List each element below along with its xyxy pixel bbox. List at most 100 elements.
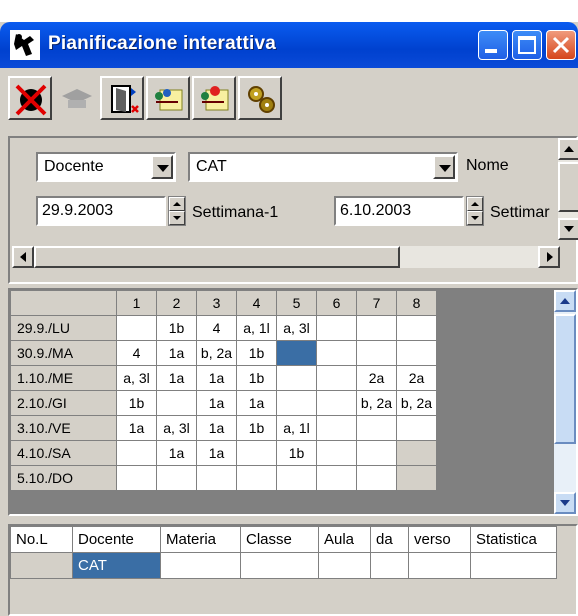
grid-column-header[interactable]: 3: [196, 290, 237, 316]
grid-cell[interactable]: 2a: [396, 365, 437, 391]
grid-cell[interactable]: [236, 465, 277, 491]
grid-cell[interactable]: [196, 465, 237, 491]
map-pin-red-button[interactable]: [192, 76, 236, 120]
type-select[interactable]: Docente: [36, 152, 176, 182]
grid-cell[interactable]: 1a: [196, 365, 237, 391]
lesson-column-header[interactable]: No.L: [10, 526, 73, 553]
scroll-thumb[interactable]: [558, 162, 578, 212]
grid-column-header[interactable]: 5: [276, 290, 317, 316]
chevron-down-icon[interactable]: [151, 155, 173, 179]
grid-cell[interactable]: 1b: [236, 365, 277, 391]
grid-cell[interactable]: [116, 440, 157, 466]
chevron-down-icon[interactable]: [433, 155, 455, 179]
spin-down-icon[interactable]: [169, 211, 185, 225]
exit-button[interactable]: [100, 76, 144, 120]
grid-cell[interactable]: a, 3l: [116, 365, 157, 391]
grid-cell[interactable]: [356, 465, 397, 491]
grid-cell[interactable]: [236, 440, 277, 466]
date-to-stepper[interactable]: [466, 196, 484, 226]
grid-cell[interactable]: [356, 340, 397, 366]
grid-cell[interactable]: a, 3l: [156, 415, 197, 441]
grid-cell[interactable]: [156, 465, 197, 491]
grid-cell[interactable]: [356, 440, 397, 466]
lesson-cell[interactable]: [370, 552, 409, 579]
grid-cell[interactable]: [316, 440, 357, 466]
grid-row-header[interactable]: 1.10./ME: [10, 365, 117, 391]
grid-column-header[interactable]: 6: [316, 290, 357, 316]
lesson-cell[interactable]: CAT: [72, 552, 161, 579]
grid-cell[interactable]: b, 2a: [196, 340, 237, 366]
grid-cell[interactable]: [316, 390, 357, 416]
gears-button[interactable]: [238, 76, 282, 120]
scroll-left-icon[interactable]: [12, 246, 34, 268]
grid-cell[interactable]: [276, 365, 317, 391]
grid-row-header[interactable]: 2.10./GI: [10, 390, 117, 416]
grid-cell[interactable]: 1a: [116, 415, 157, 441]
grid-cell[interactable]: [276, 465, 317, 491]
grid-cell[interactable]: [316, 415, 357, 441]
title-bar[interactable]: Pianificazione interattiva: [0, 22, 578, 68]
grid-row-header[interactable]: 30.9./MA: [10, 340, 117, 366]
grid-cell[interactable]: 1a: [196, 415, 237, 441]
spin-up-icon[interactable]: [169, 197, 185, 211]
scroll-down-icon[interactable]: [558, 218, 578, 240]
grid-vertical-scrollbar[interactable]: [554, 290, 576, 514]
lesson-column-header[interactable]: verso: [408, 526, 471, 553]
grid-cell[interactable]: 1a: [236, 390, 277, 416]
grid-cell[interactable]: [356, 415, 397, 441]
graduation-button[interactable]: [54, 76, 98, 120]
grid-cell[interactable]: [156, 390, 197, 416]
grid-cell[interactable]: [396, 315, 437, 341]
spin-down-icon[interactable]: [467, 211, 483, 225]
lesson-column-header[interactable]: Classe: [240, 526, 319, 553]
scroll-up-icon[interactable]: [554, 290, 576, 312]
grid-column-header[interactable]: 7: [356, 290, 397, 316]
grid-cell[interactable]: [316, 365, 357, 391]
grid-cell[interactable]: 1b: [156, 315, 197, 341]
horizontal-scroll-thumb[interactable]: [34, 246, 400, 268]
filter-horizontal-scrollbar[interactable]: [12, 246, 560, 268]
close-button[interactable]: [546, 30, 576, 60]
lesson-column-header[interactable]: Materia: [160, 526, 241, 553]
grid-column-header[interactable]: 2: [156, 290, 197, 316]
grid-cell[interactable]: 4: [196, 315, 237, 341]
grid-cell[interactable]: a, 3l: [276, 315, 317, 341]
grid-cell[interactable]: 1a: [156, 440, 197, 466]
grid-cell[interactable]: 1a: [196, 390, 237, 416]
grid-cell[interactable]: 1b: [116, 390, 157, 416]
grid-row-header[interactable]: 4.10./SA: [10, 440, 117, 466]
lesson-column-header[interactable]: Statistica: [470, 526, 557, 553]
grid-row-header[interactable]: 3.10./VE: [10, 415, 117, 441]
delete-button[interactable]: [8, 76, 52, 120]
grid-cell[interactable]: 1a: [156, 340, 197, 366]
grid-cell[interactable]: [396, 340, 437, 366]
grid-cell[interactable]: a, 1l: [276, 415, 317, 441]
grid-cell[interactable]: [396, 465, 437, 491]
grid-column-header[interactable]: 8: [396, 290, 437, 316]
grid-cell[interactable]: 1a: [156, 365, 197, 391]
lesson-cell[interactable]: [470, 552, 557, 579]
grid-cell[interactable]: [116, 465, 157, 491]
scroll-down-icon[interactable]: [554, 492, 576, 514]
grid-cell[interactable]: [316, 340, 357, 366]
grid-cell[interactable]: [316, 315, 357, 341]
map-pin-button[interactable]: [146, 76, 190, 120]
lesson-column-header[interactable]: da: [370, 526, 409, 553]
grid-cell[interactable]: 1a: [196, 440, 237, 466]
grid-cell[interactable]: [116, 315, 157, 341]
grid-cell[interactable]: 2a: [356, 365, 397, 391]
grid-scroll-thumb[interactable]: [554, 314, 576, 444]
date-from-field[interactable]: 29.9.2003: [36, 196, 166, 226]
lesson-cell[interactable]: [318, 552, 371, 579]
grid-cell[interactable]: [356, 315, 397, 341]
lesson-column-header[interactable]: Aula: [318, 526, 371, 553]
name-select[interactable]: CAT: [188, 152, 458, 182]
date-from-stepper[interactable]: [168, 196, 186, 226]
grid-cell[interactable]: 1b: [236, 415, 277, 441]
scroll-up-icon[interactable]: [558, 138, 578, 160]
grid-row-header[interactable]: 29.9./LU: [10, 315, 117, 341]
lesson-cell[interactable]: [408, 552, 471, 579]
grid-row-header[interactable]: 5.10./DO: [10, 465, 117, 491]
grid-cell[interactable]: a, 1l: [236, 315, 277, 341]
lesson-cell[interactable]: [240, 552, 319, 579]
